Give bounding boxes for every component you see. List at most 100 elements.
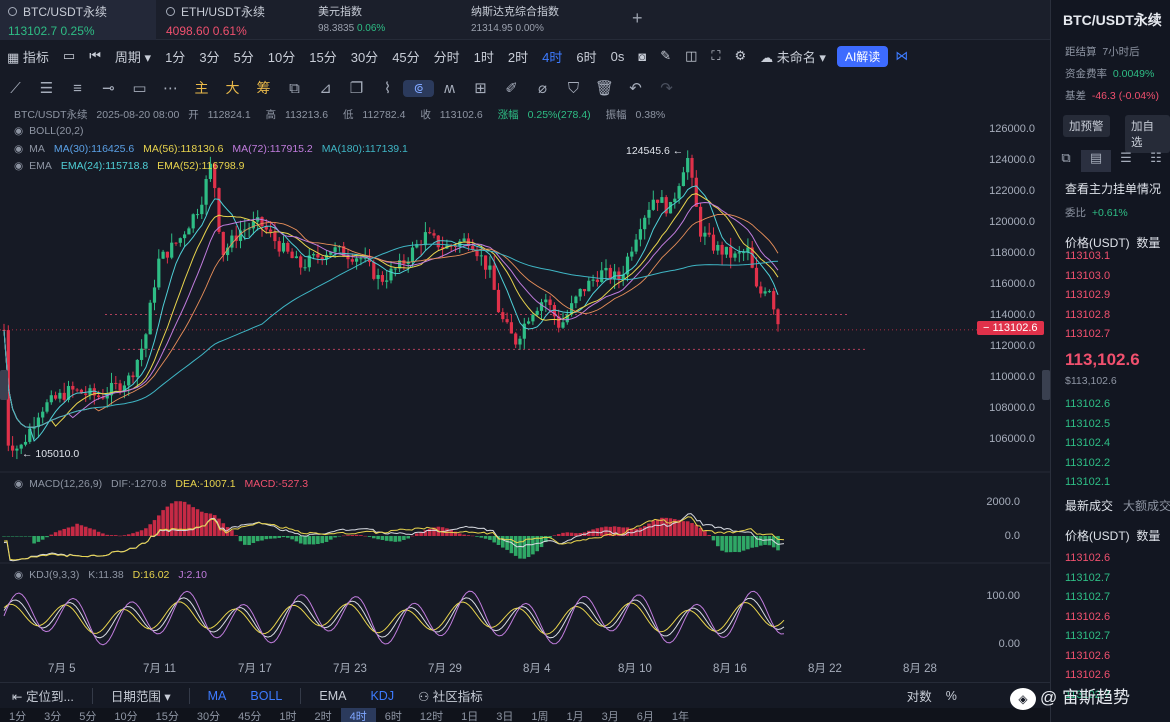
bids-row[interactable]: 113102.6: [1065, 395, 1110, 415]
period-strip-item[interactable]: 5分: [70, 708, 105, 722]
ema-legend[interactable]: ◉ EMA EMA(24):115718.8 EMA(52):116798.9: [14, 160, 251, 172]
tab-nasdaq[interactable]: 纳斯达克综合指数 21314.95 0.00%: [463, 0, 623, 40]
period-strip-item[interactable]: 45分: [229, 708, 270, 722]
period-button[interactable]: 周期 ▾: [108, 47, 158, 66]
eye-icon[interactable]: ◉: [14, 125, 23, 137]
note-icon[interactable]: ✐: [496, 79, 527, 97]
eye-icon[interactable]: ◉: [14, 478, 23, 490]
boll-legend[interactable]: ◉ BOLL(20,2): [14, 125, 89, 137]
interval-10m[interactable]: 10分: [261, 47, 302, 66]
asks-row[interactable]: 113102.9: [1065, 286, 1110, 306]
orderbook-bids-icon[interactable]: ▤: [1081, 150, 1111, 172]
redo-icon[interactable]: ↷: [651, 79, 682, 97]
period-strip-item[interactable]: 6月: [628, 708, 663, 722]
parallel-channel-icon[interactable]: ≡: [62, 80, 93, 97]
chip-distribution-button[interactable]: 筹: [248, 78, 279, 98]
indicator-ma[interactable]: MA: [196, 689, 239, 703]
interval-15m[interactable]: 15分: [302, 47, 343, 66]
add-tab-button[interactable]: +: [632, 8, 643, 29]
period-strip-item[interactable]: 3分: [35, 708, 70, 722]
filter-icon[interactable]: ⛉: [558, 80, 589, 97]
large-order-button[interactable]: 大: [217, 78, 248, 98]
horizontal-line-icon[interactable]: ⊸: [93, 79, 124, 97]
trades-row[interactable]: 113102.6: [1065, 549, 1110, 569]
interval-2h[interactable]: 2时: [501, 47, 535, 66]
trades-row[interactable]: 113102.7: [1065, 569, 1110, 589]
orderbook-asks-icon[interactable]: ☰: [1111, 150, 1141, 172]
trades-row[interactable]: 113102.6: [1065, 647, 1110, 667]
orderbook-title[interactable]: 查看主力挂单情况: [1065, 180, 1161, 197]
bids-row[interactable]: 113102.2: [1065, 454, 1110, 474]
fullscreen-icon[interactable]: ⛶: [704, 48, 727, 64]
period-strip-item[interactable]: 1日: [452, 708, 487, 722]
period-strip-item[interactable]: 12时: [411, 708, 452, 722]
rectangle-icon[interactable]: ▭: [124, 79, 155, 97]
asks-row[interactable]: 113102.8: [1065, 306, 1110, 326]
add-watchlist-button[interactable]: 加自选: [1125, 115, 1170, 153]
add-alert-button[interactable]: 加预警: [1063, 115, 1110, 137]
scroll-right-handle[interactable]: [1042, 370, 1050, 400]
macd-legend[interactable]: ◉ MACD(12,26,9) DIF:-1270.8 DEA:-1007.1 M…: [14, 478, 314, 490]
ma-legend[interactable]: ◉ MA MA(30):116425.6 MA(56):118130.6 MA(7…: [14, 143, 414, 155]
brush-icon[interactable]: ⌀: [527, 79, 558, 97]
period-strip-item[interactable]: 10分: [105, 708, 146, 722]
period-strip-item[interactable]: 15分: [147, 708, 188, 722]
trades-row[interactable]: 113102.7: [1065, 588, 1110, 608]
interval-timeline[interactable]: 分时: [427, 47, 467, 66]
locate-button[interactable]: ⇤ 定位到...: [0, 686, 86, 705]
trades-row[interactable]: 113102.7: [1065, 627, 1110, 647]
camera-icon[interactable]: ◙: [631, 49, 653, 64]
measure-icon[interactable]: ⊿: [310, 79, 341, 97]
community-indicator-button[interactable]: ⚇ 社区指标: [406, 686, 495, 705]
trash-icon[interactable]: 🗑: [589, 79, 620, 97]
interval-5m[interactable]: 5分: [227, 47, 261, 66]
indicator-boll[interactable]: BOLL: [238, 689, 294, 703]
tab-btc-usdt[interactable]: BTC/USDT永续 113102.7 0.25%: [0, 0, 156, 40]
asks-row[interactable]: 113102.7: [1065, 325, 1110, 345]
trades-row[interactable]: 113102.6: [1065, 608, 1110, 628]
layout-name-button[interactable]: ☁ 未命名 ▾: [753, 47, 833, 66]
period-strip-item[interactable]: 30分: [188, 708, 229, 722]
more-icon[interactable]: ⋯: [155, 79, 186, 97]
calendar-icon[interactable]: ▭: [56, 48, 82, 64]
asks-row[interactable]: 113103.0: [1065, 267, 1110, 287]
period-strip-item[interactable]: 6时: [376, 708, 411, 722]
bids-row[interactable]: 113102.1: [1065, 473, 1110, 493]
eye-icon[interactable]: ◉: [14, 569, 23, 581]
tab-eth-usdt[interactable]: ETH/USDT永续 4098.60 0.61%: [158, 0, 308, 40]
pencil-icon[interactable]: ✎: [653, 48, 678, 64]
undo-icon[interactable]: ↶: [620, 79, 651, 97]
bids-row[interactable]: 113102.5: [1065, 415, 1110, 435]
period-strip-item[interactable]: 1月: [558, 708, 593, 722]
ai-interpret-button[interactable]: AI解读: [836, 45, 889, 67]
interval-1m[interactable]: 1分: [158, 47, 192, 66]
interval-45m[interactable]: 45分: [385, 47, 426, 66]
main-force-button[interactable]: 主: [186, 78, 217, 98]
tab-dollar-index[interactable]: 美元指数 98.3835 0.06%: [310, 0, 460, 40]
tab-large-trades[interactable]: 大额成交: [1123, 499, 1170, 513]
date-range-button[interactable]: 日期范围 ▾: [99, 686, 183, 705]
period-strip-item[interactable]: 1时: [270, 708, 305, 722]
indicator-kdj[interactable]: KDJ: [358, 689, 406, 703]
orderbook-both-icon[interactable]: ⧉: [1051, 150, 1081, 172]
period-strip-item[interactable]: 3月: [593, 708, 628, 722]
eye-icon[interactable]: ◉: [14, 143, 23, 155]
log-scale-toggle[interactable]: 对数: [895, 686, 944, 705]
period-strip-item[interactable]: 1分: [0, 708, 35, 722]
ruler-icon[interactable]: ⌇: [372, 79, 403, 97]
rewind-icon[interactable]: ⏮: [82, 48, 108, 64]
period-strip-item[interactable]: 1年: [663, 708, 698, 722]
price-chart[interactable]: [0, 100, 1050, 682]
magnet-icon[interactable]: ⟃: [403, 79, 434, 97]
period-strip-item[interactable]: 4时: [340, 708, 376, 722]
indicator-button[interactable]: ▦ 指标: [0, 47, 56, 66]
orderbook-list-icon[interactable]: ☷: [1141, 150, 1170, 172]
asks-row[interactable]: 113103.1: [1065, 247, 1110, 267]
clone-icon[interactable]: ❐: [341, 79, 372, 97]
interval-0s[interactable]: 0s: [604, 49, 632, 64]
share-icon[interactable]: ⋈: [888, 48, 915, 64]
period-strip-item[interactable]: 2时: [306, 708, 341, 722]
indicator-ema[interactable]: EMA: [307, 689, 358, 703]
interval-30m[interactable]: 30分: [344, 47, 385, 66]
period-strip-item[interactable]: 3日: [487, 708, 522, 722]
